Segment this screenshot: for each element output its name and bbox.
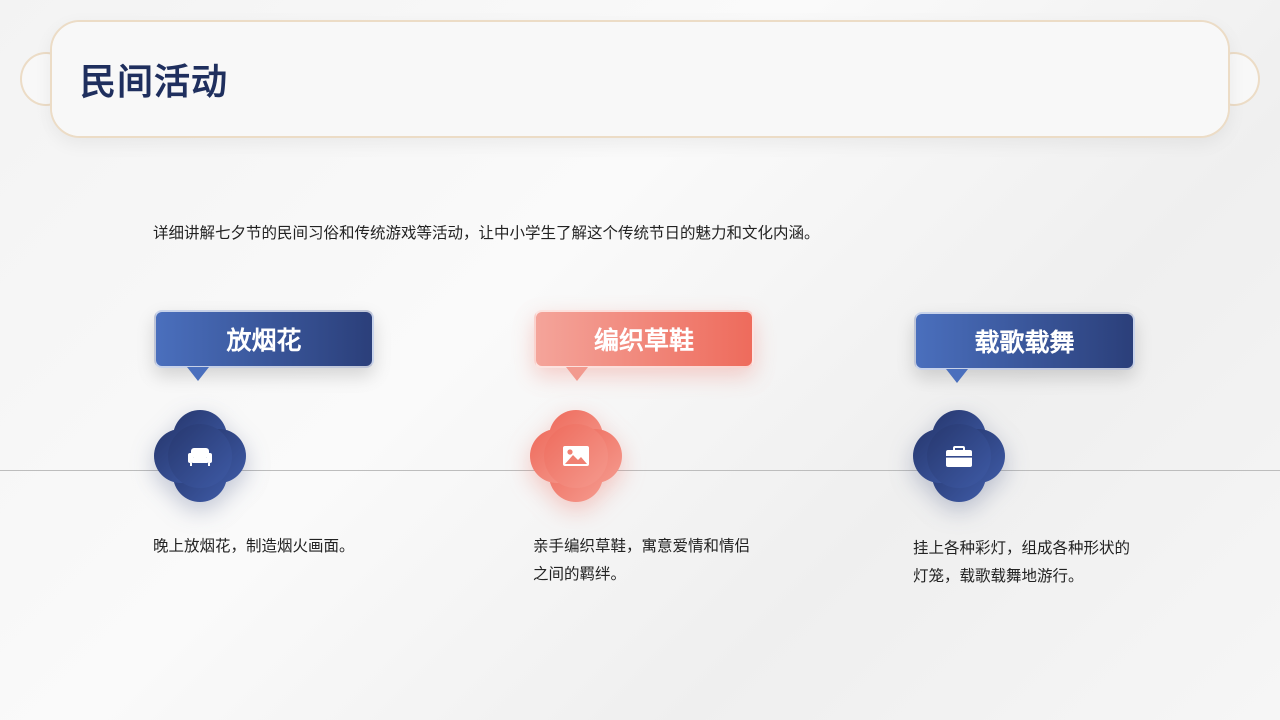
sofa-icon (188, 448, 212, 466)
page-title: 民间活动 (80, 62, 229, 103)
activity-description: 亲手编织草鞋，寓意爱情和情侣之间的羁绊。 (533, 537, 751, 583)
activity-description: 晚上放烟花，制造烟火画面。 (153, 537, 355, 555)
briefcase-icon (946, 446, 972, 467)
activity-tag: 编织草鞋 (534, 310, 754, 368)
tag-pointer (187, 367, 209, 381)
activity-description: 挂上各种彩灯，组成各种形状的灯笼，载歌载舞地游行。 (913, 539, 1131, 585)
tag-pointer (946, 369, 968, 383)
activity-badge (154, 410, 246, 502)
banner-fill (52, 22, 1228, 136)
activity-tag: 载歌载舞 (914, 312, 1135, 370)
tag-pointer (566, 367, 588, 381)
intro-text: 详细讲解七夕节的民间习俗和传统游戏等活动，让中小学生了解这个传统节日的魅力和文化… (153, 224, 820, 242)
image-icon (563, 446, 589, 466)
activity-badge (530, 410, 622, 502)
activity-badge (913, 410, 1005, 502)
activity-tag: 放烟花 (154, 310, 374, 368)
